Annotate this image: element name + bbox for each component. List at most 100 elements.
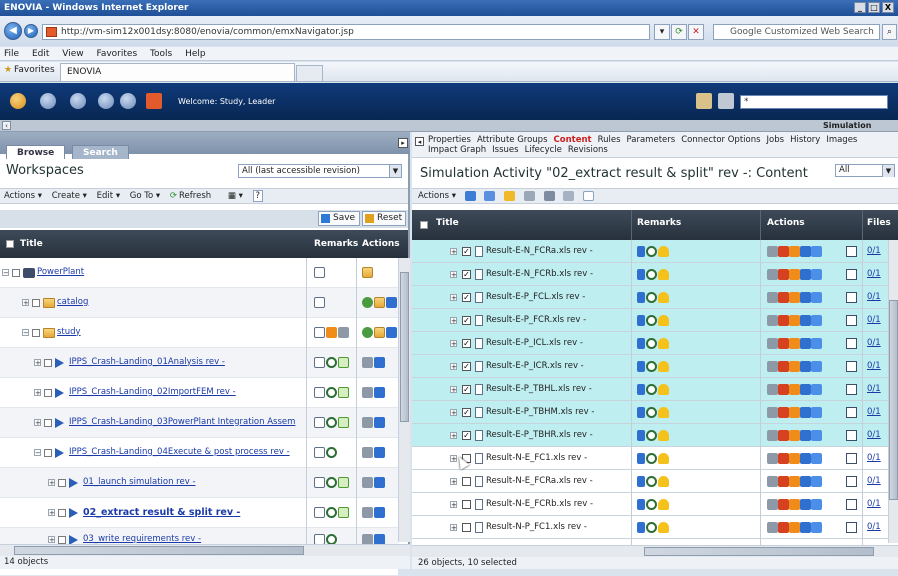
- table-row[interactable]: + ✓ Result-E-P_FCR.xls rev - 0/1: [412, 309, 888, 332]
- edit-menu[interactable]: Edit ▾: [97, 191, 120, 201]
- file-title[interactable]: Result-E-N_FCRb.xls rev -: [486, 269, 593, 279]
- check-icon[interactable]: [338, 416, 349, 428]
- checkout-icon[interactable]: [789, 453, 800, 464]
- col-remarks[interactable]: Remarks: [637, 218, 681, 228]
- row-checkbox[interactable]: [44, 388, 52, 397]
- run-icon[interactable]: [362, 446, 373, 458]
- link-icon[interactable]: [637, 246, 645, 257]
- table-row[interactable]: + Result-N-P_FC1.xls rev - 0/1: [412, 516, 888, 539]
- address-bar[interactable]: http://vm-sim12x001dsy:8080/enovia/commo…: [42, 24, 650, 40]
- tree-item-link[interactable]: IPPS_Crash-Landing_04Execute & post proc…: [69, 447, 290, 457]
- row-checkbox[interactable]: [462, 477, 471, 486]
- status-circle-icon[interactable]: [326, 386, 337, 398]
- arrow-right-icon[interactable]: [386, 326, 397, 338]
- actions-menu[interactable]: Actions ▾: [4, 191, 42, 201]
- table-row[interactable]: + Result-N-E_FCRb.xls rev - 0/1: [412, 493, 888, 516]
- expand-icon[interactable]: +: [450, 363, 457, 371]
- goto-menu[interactable]: Go To ▾: [130, 191, 160, 201]
- download-icon[interactable]: [778, 476, 789, 487]
- expand-icon[interactable]: +: [22, 298, 29, 306]
- tab-search[interactable]: Search: [72, 145, 129, 159]
- run-icon[interactable]: [362, 356, 373, 368]
- pane-toggle-icon[interactable]: ▸: [398, 138, 408, 148]
- tree-row[interactable]: − IPPS_Crash-Landing_04Execute & post pro…: [0, 438, 398, 468]
- checkin-icon[interactable]: [800, 269, 811, 280]
- view-icon[interactable]: [767, 292, 778, 303]
- row-checkbox[interactable]: ✓: [462, 339, 471, 348]
- row-checkbox[interactable]: ✓: [462, 247, 471, 256]
- browser-search-input[interactable]: Google Customized Web Search: [713, 24, 880, 40]
- row-checkbox[interactable]: [44, 358, 52, 367]
- browser-tab-enovia[interactable]: ENOVIA: [60, 63, 295, 81]
- checkout-icon[interactable]: [789, 407, 800, 418]
- create-menu[interactable]: Create ▾: [52, 191, 87, 201]
- tree-row[interactable]: − study: [0, 318, 398, 348]
- history-icon[interactable]: [846, 430, 857, 441]
- add-icon[interactable]: [362, 326, 373, 338]
- category-parameters[interactable]: Parameters: [627, 135, 676, 145]
- note-icon[interactable]: [314, 266, 325, 278]
- process-icon[interactable]: [374, 416, 385, 428]
- file-title[interactable]: Result-E-P_ICL.xls rev -: [486, 338, 583, 348]
- view-menu[interactable]: ▦ ▾: [228, 191, 243, 201]
- update-icon[interactable]: [811, 269, 822, 280]
- right-vertical-scrollbar[interactable]: [888, 240, 898, 543]
- checkin-icon[interactable]: [800, 453, 811, 464]
- dropdown-arrow-icon[interactable]: ▾: [654, 24, 670, 40]
- view-icon[interactable]: [767, 361, 778, 372]
- expand-icon[interactable]: +: [34, 388, 41, 396]
- checkin-icon[interactable]: [800, 338, 811, 349]
- link-icon[interactable]: [637, 407, 645, 418]
- warning-icon[interactable]: [658, 522, 669, 533]
- checkout-icon[interactable]: [789, 430, 800, 441]
- category-attribute-groups[interactable]: Attribute Groups: [477, 135, 548, 145]
- check-icon[interactable]: [338, 476, 349, 488]
- view-icon[interactable]: [767, 338, 778, 349]
- history-icon[interactable]: [846, 384, 857, 395]
- note-icon[interactable]: [314, 326, 325, 338]
- export-icon[interactable]: [543, 190, 555, 201]
- process-icon[interactable]: [374, 386, 385, 398]
- warning-icon[interactable]: [658, 361, 669, 372]
- checkout-icon[interactable]: [789, 384, 800, 395]
- checkin-icon[interactable]: [800, 499, 811, 510]
- file-title[interactable]: Result-N-E_FCRa.xls rev -: [486, 476, 593, 486]
- download-icon[interactable]: [778, 315, 789, 326]
- category-impact-graph[interactable]: Impact Graph: [428, 145, 486, 155]
- link-icon[interactable]: [637, 292, 645, 303]
- enovia-search-input[interactable]: *: [740, 95, 888, 109]
- view-icon[interactable]: [767, 453, 778, 464]
- view-icon[interactable]: [767, 430, 778, 441]
- category-lifecycle[interactable]: Lifecycle: [525, 145, 562, 155]
- status-circle-icon[interactable]: [646, 292, 657, 303]
- process-icon[interactable]: [374, 476, 385, 488]
- warning-icon[interactable]: [658, 384, 669, 395]
- checkin-icon[interactable]: [800, 246, 811, 257]
- folder-icon[interactable]: [362, 266, 373, 278]
- table-row[interactable]: + ✓ Result-E-P_TBHL.xls rev - 0/1: [412, 378, 888, 401]
- tree-item-link[interactable]: IPPS_Crash-Landing_01Analysis rev -: [69, 357, 225, 367]
- tree-item-link[interactable]: 02_extract result & split rev -: [83, 507, 240, 518]
- col-actions[interactable]: Actions: [767, 218, 805, 228]
- tree-item-link[interactable]: study: [57, 327, 81, 337]
- col-title[interactable]: Title: [20, 239, 43, 249]
- update-icon[interactable]: [811, 407, 822, 418]
- collapse-icon[interactable]: −: [34, 448, 41, 456]
- category-issues[interactable]: Issues: [492, 145, 518, 155]
- view-icon[interactable]: [767, 315, 778, 326]
- files-link[interactable]: 0/1: [867, 292, 881, 302]
- history-icon[interactable]: [846, 338, 857, 349]
- scroll-thumb[interactable]: [400, 272, 409, 422]
- link-icon[interactable]: [637, 384, 645, 395]
- download-icon[interactable]: [778, 453, 789, 464]
- menu-view[interactable]: View: [62, 49, 83, 59]
- checkout-icon[interactable]: [789, 522, 800, 533]
- download-icon[interactable]: [778, 338, 789, 349]
- row-checkbox[interactable]: ✓: [462, 293, 471, 302]
- row-checkbox[interactable]: [462, 523, 471, 532]
- table-row[interactable]: + ✓ Result-E-P_TBHM.xls rev - 0/1: [412, 401, 888, 424]
- tree-item-link[interactable]: catalog: [57, 297, 88, 307]
- disconnect-icon[interactable]: [484, 190, 496, 201]
- scroll-thumb[interactable]: [644, 547, 874, 556]
- category-connector-options[interactable]: Connector Options: [681, 135, 760, 145]
